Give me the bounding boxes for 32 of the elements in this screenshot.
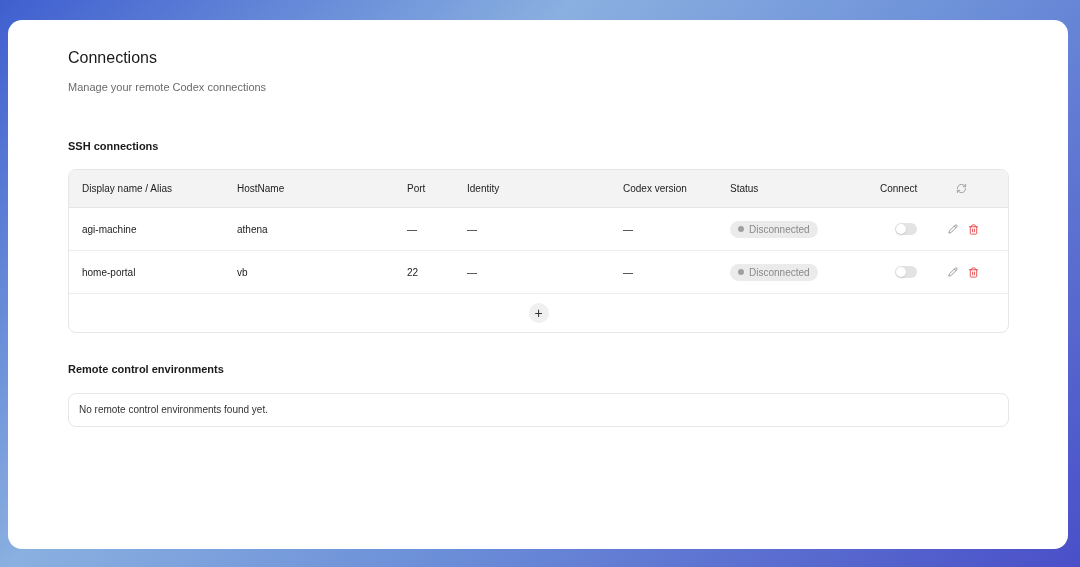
table-cell-text: 22: [407, 265, 420, 280]
section-heading: SSH connections: [68, 138, 160, 154]
page-subtitle: Manage your remote Codex connections: [68, 80, 268, 95]
table-cell-text: —: [407, 222, 418, 237]
table-cell-text: agi-machine: [82, 222, 138, 237]
table-cell-text: —: [467, 222, 478, 237]
table-cell-text: —: [623, 222, 634, 237]
table-cell-text: —: [623, 265, 634, 280]
refresh-icon[interactable]: [955, 183, 967, 194]
empty-message: No remote control environments found yet.: [79, 403, 268, 417]
table-cell-text: home-portal: [82, 265, 137, 280]
column-header: Codex version: [623, 182, 688, 196]
table-cell-text: vb: [237, 265, 249, 280]
status-badge: Disconnected: [730, 263, 818, 281]
table-cell-text: —: [467, 265, 478, 280]
table-cell-text: athena: [237, 222, 269, 237]
section-heading: Remote control environments: [68, 362, 225, 377]
connect-toggle[interactable]: [895, 223, 917, 235]
edit-icon[interactable]: [948, 267, 958, 277]
column-header: Display name / Alias: [82, 182, 174, 196]
column-header: HostName: [237, 182, 286, 196]
column-header: Connect: [880, 182, 919, 196]
column-header: Identity: [467, 182, 501, 196]
page-title: Connections: [68, 48, 158, 68]
column-header: Port: [407, 182, 427, 196]
status-badge: Disconnected: [730, 220, 818, 238]
column-header: Status: [730, 182, 760, 196]
edit-icon[interactable]: [948, 224, 958, 234]
connect-toggle[interactable]: [895, 266, 917, 278]
delete-icon[interactable]: [968, 223, 979, 235]
delete-icon[interactable]: [968, 266, 979, 278]
add-button[interactable]: +: [528, 303, 549, 323]
